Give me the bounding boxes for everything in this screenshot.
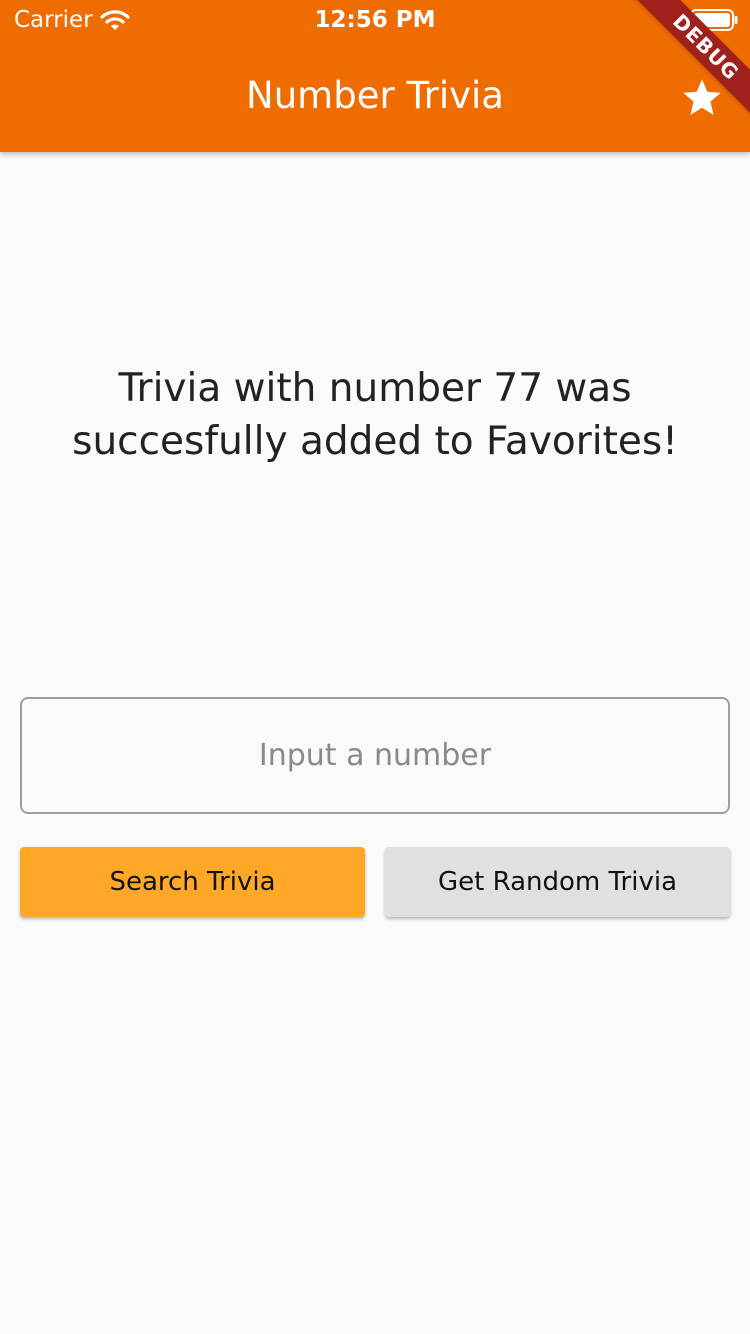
- search-trivia-button[interactable]: Search Trivia: [20, 847, 365, 917]
- favorites-button[interactable]: [670, 66, 734, 130]
- app-screen: Carrier 12:56 PM Number Trivia DEBUG Tri…: [0, 0, 750, 1334]
- random-trivia-button[interactable]: Get Random Trivia: [385, 847, 730, 917]
- status-time: 12:56 PM: [314, 7, 436, 33]
- page-title: Number Trivia: [246, 74, 504, 117]
- number-input[interactable]: [20, 697, 730, 814]
- app-bar: Carrier 12:56 PM Number Trivia: [0, 0, 750, 152]
- status-message: Trivia with number 77 was succesfully ad…: [72, 366, 678, 464]
- star-icon: [683, 79, 721, 115]
- status-bar: Carrier 12:56 PM: [0, 0, 750, 40]
- battery-icon: [690, 9, 738, 31]
